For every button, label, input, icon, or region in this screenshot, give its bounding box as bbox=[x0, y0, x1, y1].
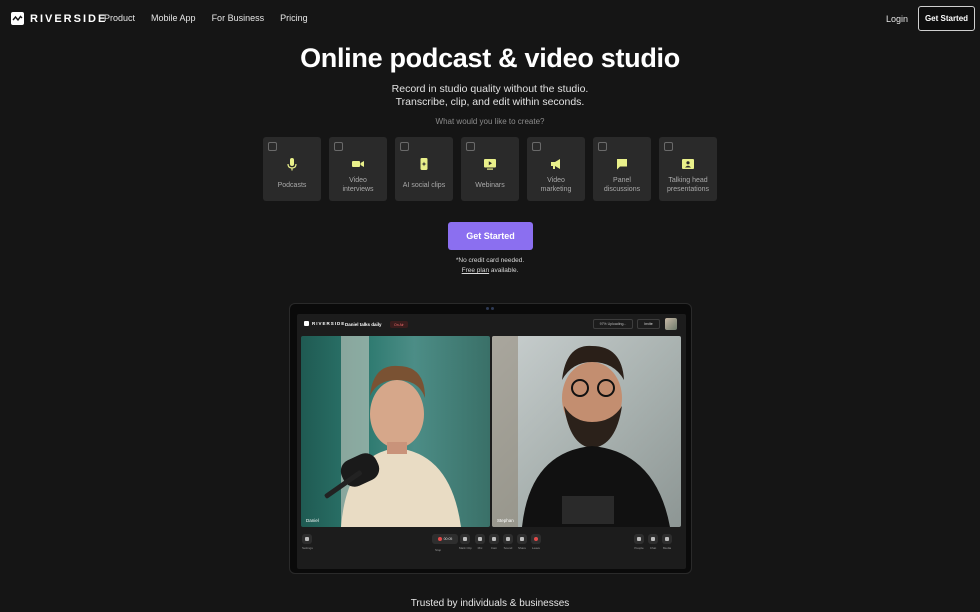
presenter-icon bbox=[682, 159, 694, 169]
option-panel-discussions[interactable]: Panel discussions bbox=[593, 137, 651, 201]
option-label: Panel discussions bbox=[603, 177, 641, 193]
mic-icon bbox=[478, 537, 482, 541]
option-label: Webinars bbox=[475, 182, 505, 189]
option-label: Video marketing bbox=[540, 177, 572, 193]
share-screen-icon bbox=[520, 537, 524, 541]
cam-icon bbox=[492, 537, 496, 541]
device-camera bbox=[486, 307, 494, 310]
participant-tile-daniel: Daniel bbox=[301, 336, 490, 527]
option-checkbox[interactable] bbox=[664, 142, 673, 151]
option-video-interviews[interactable]: Video interviews bbox=[329, 137, 387, 201]
studio-screen: RIVERSIDE Daniel talks daily On Air 97% … bbox=[297, 314, 686, 569]
studio-logo: RIVERSIDE bbox=[304, 321, 345, 326]
hero-subtitle-line-2: Transcribe, clip, and edit within second… bbox=[395, 96, 585, 108]
login-link[interactable]: Login bbox=[886, 14, 908, 24]
mark-clip-icon bbox=[463, 537, 468, 541]
option-label: Talking head presentations bbox=[666, 177, 710, 193]
speaker-icon bbox=[506, 537, 510, 541]
phone-sparkle-icon bbox=[420, 158, 428, 170]
option-video-marketing[interactable]: Video marketing bbox=[527, 137, 585, 201]
nav-link-product[interactable]: Product bbox=[104, 13, 135, 23]
hero-get-started-button[interactable]: Get Started bbox=[448, 222, 533, 250]
leave-control[interactable]: Leave bbox=[531, 534, 541, 550]
cam-control[interactable]: Cam bbox=[489, 534, 499, 550]
hero-subtitle: Record in studio quality without the stu… bbox=[0, 83, 980, 109]
mark-clip-control[interactable]: Mark Clip bbox=[459, 534, 472, 550]
sound-control[interactable]: Sound bbox=[503, 534, 513, 550]
use-case-options: Podcasts Video interviews AI social clips… bbox=[263, 137, 717, 201]
microphone-icon bbox=[287, 158, 297, 171]
studio-control-bar: Settings 00:05 Stop Mark Clip Mic Cam So… bbox=[297, 532, 686, 554]
chat-icon bbox=[651, 537, 655, 541]
option-checkbox[interactable] bbox=[268, 142, 277, 151]
nav-get-started-button[interactable]: Get Started bbox=[918, 6, 975, 31]
free-plan-note: Free plan available. bbox=[461, 267, 519, 274]
option-ai-social-clips[interactable]: AI social clips bbox=[395, 137, 453, 201]
option-label: Video interviews bbox=[342, 177, 374, 193]
option-checkbox[interactable] bbox=[334, 142, 343, 151]
nav-link-mobile-app[interactable]: Mobile App bbox=[151, 13, 196, 23]
free-plan-link[interactable]: Free plan bbox=[462, 267, 489, 274]
chat-bubble-icon bbox=[617, 159, 627, 170]
option-podcasts[interactable]: Podcasts bbox=[263, 137, 321, 201]
option-webinars[interactable]: Webinars bbox=[461, 137, 519, 201]
screen-play-icon bbox=[484, 159, 496, 170]
upload-status: 97% Uploading... bbox=[593, 319, 633, 329]
hang-up-icon bbox=[534, 537, 538, 541]
trusted-by-heading: Trusted by individuals & businesses bbox=[410, 598, 570, 609]
invite-button[interactable]: Invite bbox=[637, 319, 660, 329]
music-note-icon bbox=[665, 537, 669, 541]
user-avatar[interactable] bbox=[665, 318, 677, 330]
create-question: What would you like to create? bbox=[435, 117, 545, 126]
participant-video-daniel bbox=[324, 336, 461, 527]
on-air-badge: On Air bbox=[390, 321, 408, 328]
riverside-logo-icon bbox=[11, 12, 24, 25]
settings-icon bbox=[305, 537, 310, 541]
top-nav: RIVERSIDE Product Mobile App For Busines… bbox=[0, 0, 980, 38]
participant-video-stephan bbox=[492, 336, 670, 527]
nav-links: Product Mobile App For Business Pricing bbox=[104, 13, 308, 23]
option-checkbox[interactable] bbox=[400, 142, 409, 151]
option-talking-head-presentations[interactable]: Talking head presentations bbox=[659, 137, 717, 201]
hero-title: Online podcast & video studio bbox=[300, 43, 680, 73]
logo-text: RIVERSIDE bbox=[30, 12, 108, 25]
mic-control[interactable]: Mic bbox=[475, 534, 485, 550]
participant-name: Stephan bbox=[497, 518, 514, 523]
studio-preview-device: RIVERSIDE Daniel talks daily On Air 97% … bbox=[289, 303, 692, 574]
video-camera-icon bbox=[352, 161, 364, 167]
people-icon bbox=[637, 537, 641, 541]
option-checkbox[interactable] bbox=[466, 142, 475, 151]
no-credit-card-note: *No credit card needed. bbox=[455, 257, 525, 264]
participant-tile-stephan: Stephan bbox=[492, 336, 681, 527]
recording-timer: 00:05 bbox=[432, 534, 458, 544]
option-checkbox[interactable] bbox=[598, 142, 607, 151]
megaphone-icon bbox=[551, 159, 560, 169]
media-control[interactable]: Media bbox=[662, 534, 672, 550]
record-dot-icon bbox=[437, 537, 442, 541]
share-control[interactable]: Share bbox=[517, 534, 527, 550]
session-title: Daniel talks daily bbox=[345, 322, 382, 327]
riverside-logo[interactable]: RIVERSIDE bbox=[11, 12, 107, 25]
settings-control[interactable]: Settings bbox=[302, 534, 313, 550]
participant-name: Daniel bbox=[306, 518, 319, 523]
option-checkbox[interactable] bbox=[532, 142, 541, 151]
option-label: Podcasts bbox=[277, 182, 307, 189]
studio-logo-icon bbox=[304, 321, 309, 326]
stop-control[interactable]: Stop bbox=[435, 546, 441, 552]
hero-subtitle-line-1: Record in studio quality without the stu… bbox=[391, 83, 589, 95]
option-label: AI social clips bbox=[402, 182, 446, 189]
chat-control[interactable]: Chat bbox=[648, 534, 658, 550]
people-control[interactable]: People bbox=[634, 534, 644, 550]
nav-link-pricing[interactable]: Pricing bbox=[280, 13, 308, 23]
nav-link-for-business[interactable]: For Business bbox=[212, 13, 265, 23]
